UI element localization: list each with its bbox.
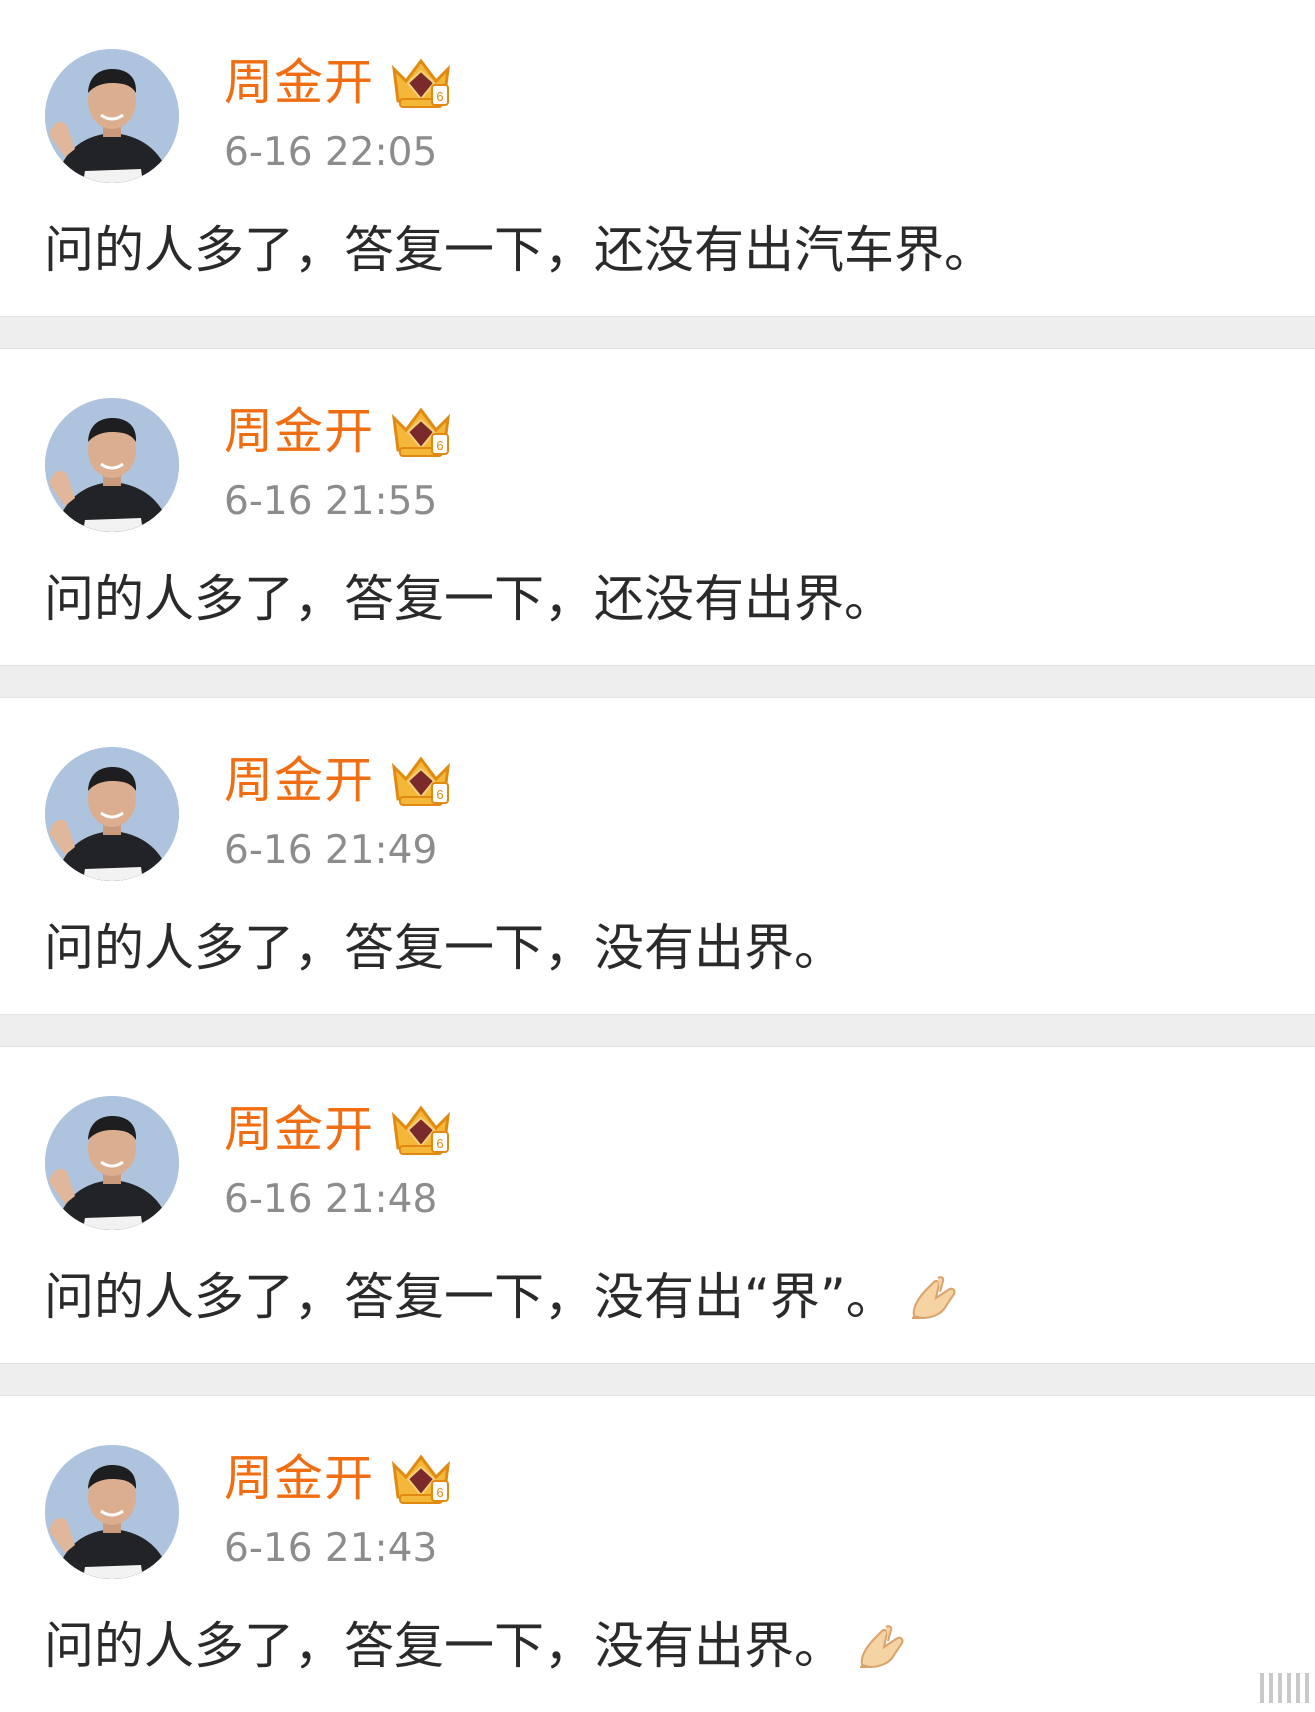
author-name[interactable]: 周金开 — [224, 1449, 374, 1509]
crown-badge-icon[interactable]: 6 — [388, 404, 454, 460]
avatar-photo — [45, 398, 179, 532]
author-row: 周金开 6 — [224, 48, 454, 118]
scroll-handle-bar — [1305, 1673, 1309, 1703]
author-name[interactable]: 周金开 — [224, 53, 374, 113]
post-divider — [0, 316, 1315, 349]
post-text-content: 问的人多了，答复一下，没有出界。 — [44, 919, 844, 977]
scroll-handle-bar — [1278, 1673, 1282, 1703]
avatar[interactable] — [45, 747, 179, 881]
author-name[interactable]: 周金开 — [224, 751, 374, 811]
post-text-content: 问的人多了，答复一下，还没有出界。 — [44, 570, 894, 628]
post-timestamp: 6-16 21:48 — [224, 1177, 438, 1222]
post-text[interactable]: 问的人多了，答复一下，没有出界。 — [44, 916, 844, 980]
crown-badge-icon[interactable]: 6 — [388, 1102, 454, 1158]
post-text-content: 问的人多了，答复一下，没有出界。 — [44, 1617, 844, 1675]
crown-badge-icon[interactable]: 6 — [388, 55, 454, 111]
svg-text:6: 6 — [436, 89, 443, 104]
author-row: 周金开 6 — [224, 397, 454, 467]
post-text[interactable]: 问的人多了，答复一下，还没有出汽车界。 — [44, 218, 994, 282]
author-name[interactable]: 周金开 — [224, 402, 374, 462]
post-text[interactable]: 问的人多了，答复一下，没有出界。 — [44, 1614, 910, 1678]
avatar[interactable] — [45, 49, 179, 183]
pray-hands-emoji-icon — [908, 1272, 962, 1322]
author-row: 周金开 6 — [224, 1444, 454, 1514]
post-divider — [0, 1014, 1315, 1047]
avatar[interactable] — [45, 398, 179, 532]
author-row: 周金开 6 — [224, 746, 454, 816]
scroll-handle-bar — [1269, 1673, 1273, 1703]
post-card[interactable]: 周金开 6 6-16 21:55 问的人多了，答复一下，还没有出界。 — [0, 349, 1315, 665]
post-timestamp: 6-16 21:43 — [224, 1526, 438, 1571]
post-divider — [0, 665, 1315, 698]
avatar-photo — [45, 747, 179, 881]
scroll-handle-bar — [1260, 1673, 1264, 1703]
post-text-content: 问的人多了，答复一下，没有出“界”。 — [44, 1268, 896, 1326]
scroll-handle[interactable] — [1205, 1668, 1315, 1708]
post-card[interactable]: 周金开 6 6-16 21:43 问的人多了，答复一下，没有出界。 — [0, 1396, 1315, 1712]
post-card[interactable]: 周金开 6 6-16 22:05 问的人多了，答复一下，还没有出汽车界。 — [0, 0, 1315, 316]
post-text[interactable]: 问的人多了，答复一下，还没有出界。 — [44, 567, 894, 631]
crown-badge-icon[interactable]: 6 — [388, 1451, 454, 1507]
post-card[interactable]: 周金开 6 6-16 21:49 问的人多了，答复一下，没有出界。 — [0, 698, 1315, 1014]
avatar-photo — [45, 1445, 179, 1579]
svg-text:6: 6 — [436, 438, 443, 453]
svg-text:6: 6 — [436, 787, 443, 802]
post-timestamp: 6-16 21:55 — [224, 479, 438, 524]
avatar-photo — [45, 49, 179, 183]
post-card[interactable]: 周金开 6 6-16 21:48 问的人多了，答复一下，没有出“界”。 — [0, 1047, 1315, 1363]
post-text-content: 问的人多了，答复一下，还没有出汽车界。 — [44, 221, 994, 279]
scroll-handle-bar — [1296, 1673, 1300, 1703]
post-timestamp: 6-16 22:05 — [224, 130, 438, 175]
pray-hands-emoji-icon — [856, 1621, 910, 1671]
post-divider — [0, 1363, 1315, 1396]
svg-text:6: 6 — [436, 1136, 443, 1151]
post-feed: 周金开 6 6-16 22:05 问的人多了，答复一下，还没有出汽车界。 周金开… — [0, 0, 1315, 1712]
post-timestamp: 6-16 21:49 — [224, 828, 438, 873]
crown-badge-icon[interactable]: 6 — [388, 753, 454, 809]
scroll-handle-bar — [1287, 1673, 1291, 1703]
author-row: 周金开 6 — [224, 1095, 454, 1165]
post-text[interactable]: 问的人多了，答复一下，没有出“界”。 — [44, 1265, 962, 1329]
avatar[interactable] — [45, 1445, 179, 1579]
avatar[interactable] — [45, 1096, 179, 1230]
avatar-photo — [45, 1096, 179, 1230]
author-name[interactable]: 周金开 — [224, 1100, 374, 1160]
svg-text:6: 6 — [436, 1485, 443, 1500]
